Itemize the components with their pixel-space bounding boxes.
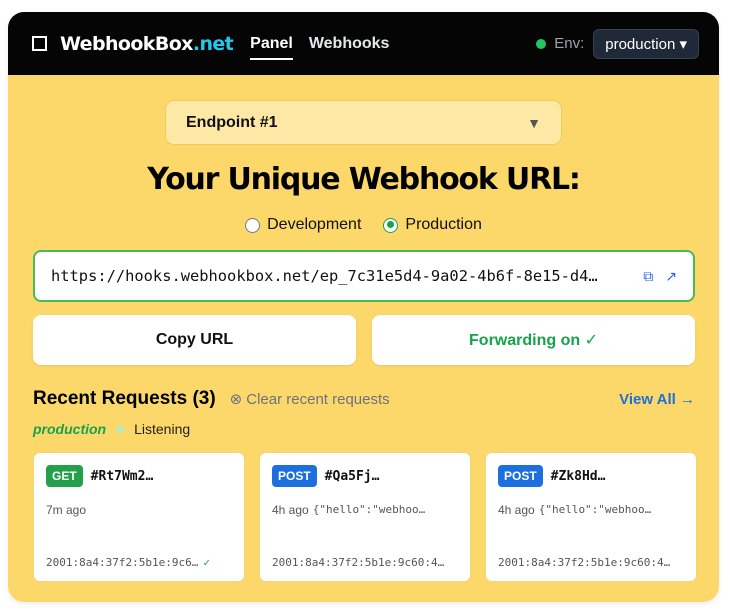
request-ip-row: 2001:8a4:37f2:5b1e:9c60:4… (272, 556, 460, 569)
clear-icon: ⊗ (229, 391, 243, 408)
clear-recent-button[interactable]: ⊗ Clear recent requests (229, 390, 390, 409)
radio-production-label: Production (405, 216, 482, 233)
nav-panel[interactable]: Panel (250, 31, 293, 60)
request-ip-row: 2001:8a4:37f2:5b1e:9c60:4… (498, 556, 686, 569)
brand-tld: .net (192, 32, 234, 55)
top-bar: WebhookBox.net Panel Webhooks Env: produ… (8, 12, 719, 75)
brand-logo[interactable]: WebhookBox.net (60, 32, 234, 55)
copy-url-button[interactable]: Copy URL (33, 315, 356, 365)
request-card[interactable]: POST #Qa5Fj… 4h ago {"hello":"webhoo… 20… (259, 452, 471, 582)
request-cards: GET #Rt7Wm2… 7m ago 2001:8a4:37f2:5b1e:9… (33, 452, 697, 582)
endpoint-select-label: Endpoint #1 (186, 113, 278, 131)
request-id: #Zk8Hd… (550, 468, 606, 484)
request-card[interactable]: GET #Rt7Wm2… 7m ago 2001:8a4:37f2:5b1e:9… (33, 452, 245, 582)
external-link-icon[interactable]: ↗ (665, 268, 677, 285)
app-window: WebhookBox.net Panel Webhooks Env: produ… (8, 12, 719, 602)
request-time: 4h ago (272, 503, 309, 517)
radio-development-label: Development (267, 216, 362, 233)
logo-square-icon (32, 36, 47, 51)
request-meta: 4h ago {"hello":"webhoo… (498, 503, 684, 517)
brand-name: WebhookBox (60, 32, 193, 55)
request-body-preview: {"hello":"webhoo… (312, 503, 426, 516)
copy-icon[interactable]: ⧉ (643, 268, 653, 285)
webhook-url-text[interactable]: https://hooks.webhookbox.net/ep_7c31e5d4… (51, 267, 629, 285)
listening-dot-icon (116, 425, 125, 433)
recent-requests-title: Recent Requests (3) (33, 388, 216, 409)
listening-label: Listening (134, 421, 191, 437)
request-body-preview: {"hello":"webhoo… (538, 503, 652, 516)
view-all-link[interactable]: View All → (619, 391, 695, 408)
request-ip: 2001:8a4:37f2:5b1e:9c6… (46, 556, 199, 569)
endpoint-select[interactable]: Endpoint #1 ▼ (165, 100, 562, 145)
check-icon: ✓ (203, 556, 210, 569)
request-ip: 2001:8a4:37f2:5b1e:9c60:4… (272, 556, 445, 569)
forwarding-toggle-button[interactable]: Forwarding on ✓ (372, 315, 695, 365)
request-id: #Rt7Wm2… (90, 468, 154, 484)
env-select[interactable]: production ▾ (593, 28, 699, 59)
url-actions: ⧉ ↗ (643, 268, 677, 285)
recent-requests-header: Recent Requests (3) ⊗ Clear recent reque… (33, 388, 695, 410)
method-badge: GET (46, 465, 83, 487)
nav-webhooks[interactable]: Webhooks (309, 31, 390, 57)
method-badge: POST (498, 465, 543, 487)
request-meta: 4h ago {"hello":"webhoo… (272, 503, 458, 517)
request-time: 7m ago (46, 503, 87, 517)
chevron-down-icon: ▼ (527, 114, 541, 131)
request-card-header: GET #Rt7Wm2… (46, 465, 232, 487)
page-title: Your Unique Webhook URL: (147, 162, 581, 197)
radio-development-circle[interactable] (245, 217, 261, 233)
main-nav: Panel Webhooks (250, 31, 390, 60)
webhook-url-field[interactable]: https://hooks.webhookbox.net/ep_7c31e5d4… (33, 250, 695, 302)
request-meta: 7m ago (46, 503, 232, 517)
listening-status: production Listening (33, 421, 190, 437)
request-ip-row: 2001:8a4:37f2:5b1e:9c6… ✓ (46, 556, 234, 569)
request-card[interactable]: POST #Zk8Hd… 4h ago {"hello":"webhoo… 20… (485, 452, 697, 582)
radio-production-circle[interactable] (383, 217, 399, 233)
env-switcher: Env: production ▾ (536, 28, 699, 59)
env-status-dot-icon (536, 38, 547, 49)
request-time: 4h ago (498, 503, 535, 517)
request-id: #Qa5Fj… (324, 468, 380, 484)
request-card-header: POST #Qa5Fj… (272, 465, 458, 487)
request-ip: 2001:8a4:37f2:5b1e:9c60:4… (498, 556, 671, 569)
env-label: Env: (554, 35, 585, 52)
radio-production[interactable]: Production (383, 216, 482, 234)
request-card-header: POST #Zk8Hd… (498, 465, 684, 487)
method-badge: POST (272, 465, 317, 487)
env-tag: production (33, 421, 107, 437)
clear-recent-label: Clear recent requests (246, 390, 390, 408)
environment-radio-group: Development Production (8, 216, 719, 234)
radio-development[interactable]: Development (245, 216, 361, 234)
